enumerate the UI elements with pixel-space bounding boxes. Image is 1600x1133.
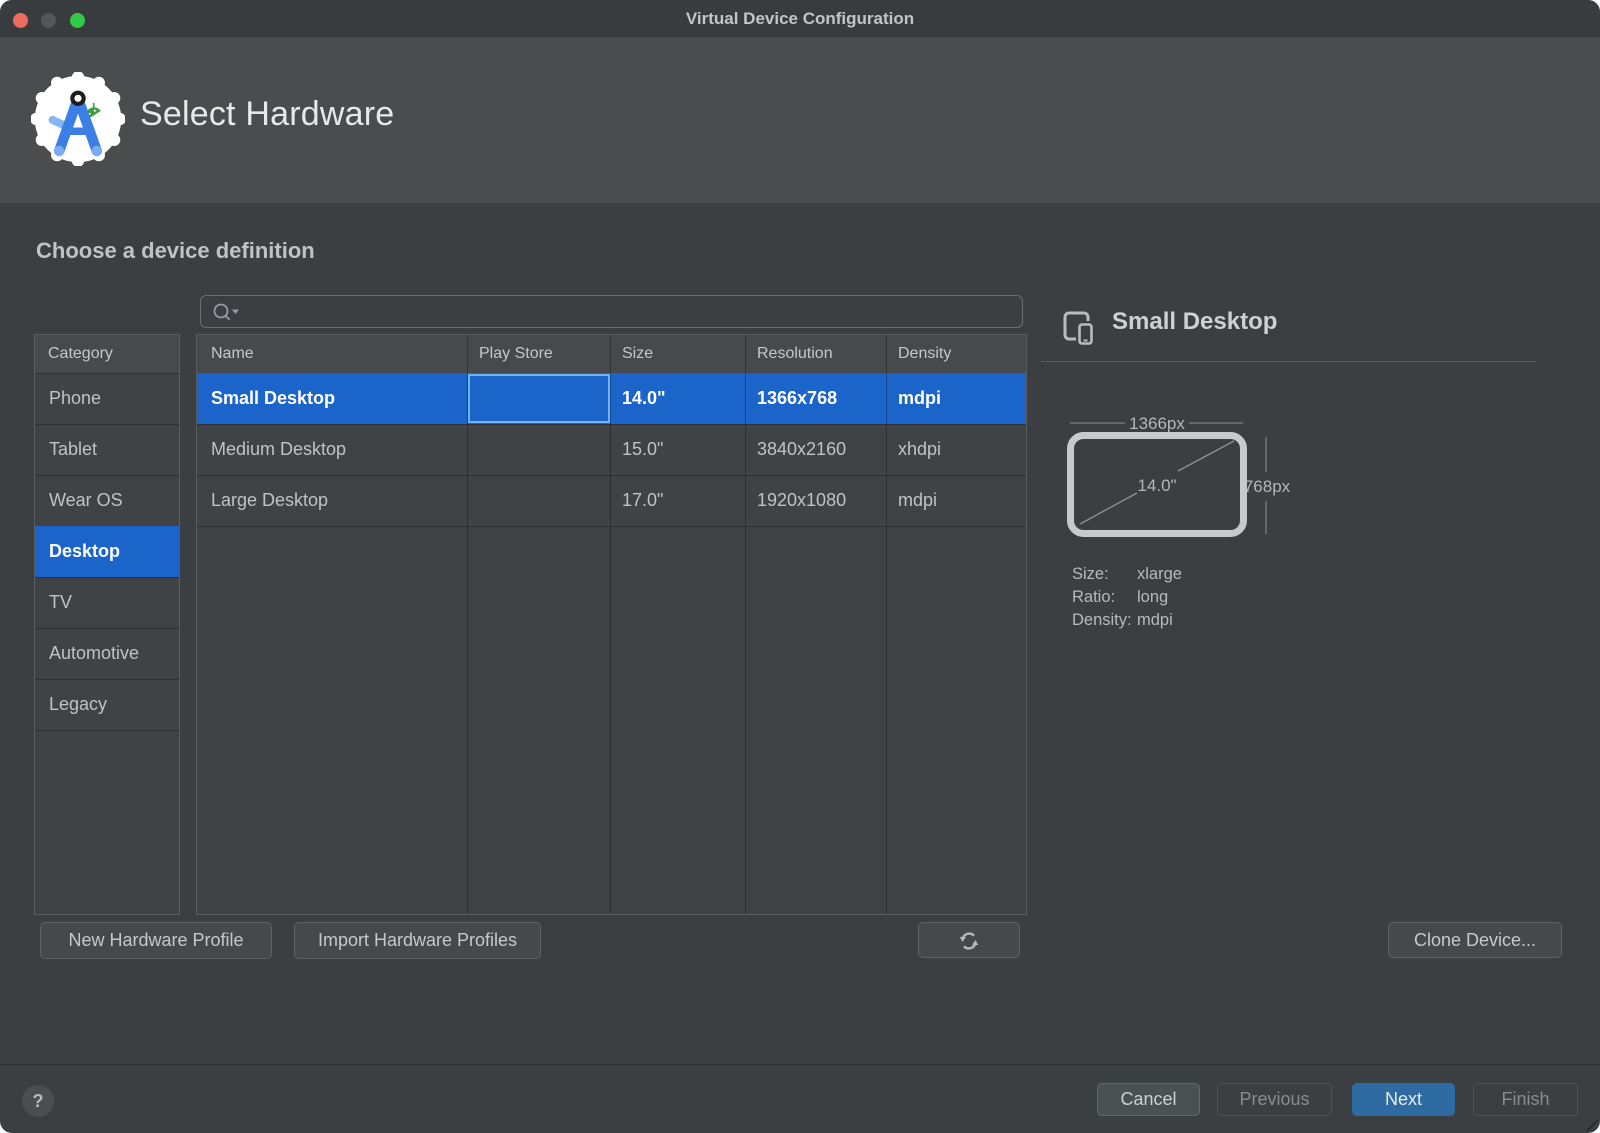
next-button[interactable]: Next — [1352, 1083, 1455, 1116]
refresh-button[interactable] — [918, 922, 1020, 958]
table-row-medium-desktop[interactable]: Medium Desktop 15.0" 3840x2160 xhdpi — [197, 424, 1026, 475]
window-title: Virtual Device Configuration — [0, 0, 1600, 37]
column-header-resolution[interactable]: Resolution — [745, 335, 886, 373]
cell-name: Large Desktop — [197, 475, 467, 526]
cell-size: 17.0" — [610, 475, 745, 526]
cell-density: mdpi — [886, 373, 1026, 424]
new-hardware-profile-button[interactable]: New Hardware Profile — [40, 922, 272, 959]
category-item-automotive[interactable]: Automotive — [35, 628, 179, 679]
category-item-tablet[interactable]: Tablet — [35, 424, 179, 475]
device-diagram: 1366px 768px 14.0" — [1040, 410, 1305, 550]
cell-density: mdpi — [886, 475, 1026, 526]
page-title: Select Hardware — [140, 95, 394, 134]
section-heading: Choose a device definition — [36, 238, 315, 264]
svg-text:768px: 768px — [1244, 477, 1291, 496]
cell-name: Small Desktop — [197, 373, 467, 424]
cell-size: 15.0" — [610, 424, 745, 475]
info-value-ratio: long — [1137, 586, 1168, 609]
category-item-wear-os[interactable]: Wear OS — [35, 475, 179, 526]
cancel-button[interactable]: Cancel — [1097, 1083, 1200, 1116]
cell-resolution: 1920x1080 — [745, 475, 886, 526]
table-row-large-desktop[interactable]: Large Desktop 17.0" 1920x1080 mdpi — [197, 475, 1026, 526]
cell-resolution: 3840x2160 — [745, 424, 886, 475]
focused-cell-outline — [468, 374, 610, 423]
column-header-size[interactable]: Size — [610, 335, 745, 373]
import-hardware-profiles-button[interactable]: Import Hardware Profiles — [294, 922, 541, 959]
info-value-density: mdpi — [1137, 609, 1173, 632]
search-input[interactable] — [200, 295, 1023, 328]
wizard-header: Select Hardware — [0, 37, 1600, 203]
finish-button[interactable]: Finish — [1473, 1083, 1578, 1116]
device-info: Size:xlarge Ratio:long Density:mdpi — [1072, 563, 1182, 632]
cell-name: Medium Desktop — [197, 424, 467, 475]
category-item-phone[interactable]: Phone — [35, 373, 179, 424]
virtual-device-configuration-window: Virtual Device Configuration — [0, 0, 1600, 1133]
detail-title: Small Desktop — [1112, 308, 1277, 336]
column-header-name[interactable]: Name — [197, 335, 467, 373]
android-studio-logo-icon — [31, 72, 125, 166]
previous-button[interactable]: Previous — [1217, 1083, 1332, 1116]
column-header-density[interactable]: Density — [886, 335, 1026, 373]
help-button[interactable]: ? — [22, 1085, 54, 1117]
category-item-tv[interactable]: TV — [35, 577, 179, 628]
category-header: Category — [35, 335, 179, 373]
search-icon — [211, 302, 243, 324]
column-header-play-store[interactable]: Play Store — [467, 335, 610, 373]
category-table: Category Phone Tablet Wear OS Desktop TV… — [34, 334, 180, 915]
info-value-size: xlarge — [1137, 563, 1182, 586]
info-label-size: Size: — [1072, 563, 1137, 586]
info-label-ratio: Ratio: — [1072, 586, 1137, 609]
clone-device-button[interactable]: Clone Device... — [1388, 922, 1562, 958]
devices-icon — [1063, 311, 1097, 347]
cell-density: xhdpi — [886, 424, 1026, 475]
refresh-icon — [958, 930, 980, 952]
svg-text:1366px: 1366px — [1129, 414, 1185, 433]
category-item-legacy[interactable]: Legacy — [35, 679, 179, 730]
titlebar: Virtual Device Configuration — [0, 0, 1600, 37]
detail-divider — [1041, 361, 1536, 362]
category-item-desktop[interactable]: Desktop — [35, 526, 179, 577]
cell-size: 14.0" — [610, 373, 745, 424]
info-label-density: Density: — [1072, 609, 1137, 632]
table-row-small-desktop[interactable]: Small Desktop 14.0" 1366x768 mdpi — [197, 373, 1026, 424]
footer-divider — [0, 1064, 1600, 1065]
svg-text:14.0": 14.0" — [1137, 476, 1176, 495]
resize-grip[interactable] — [1584, 1117, 1598, 1131]
device-definition-table: Name Play Store Size Resolution Density … — [196, 334, 1027, 915]
cell-resolution: 1366x768 — [745, 373, 886, 424]
